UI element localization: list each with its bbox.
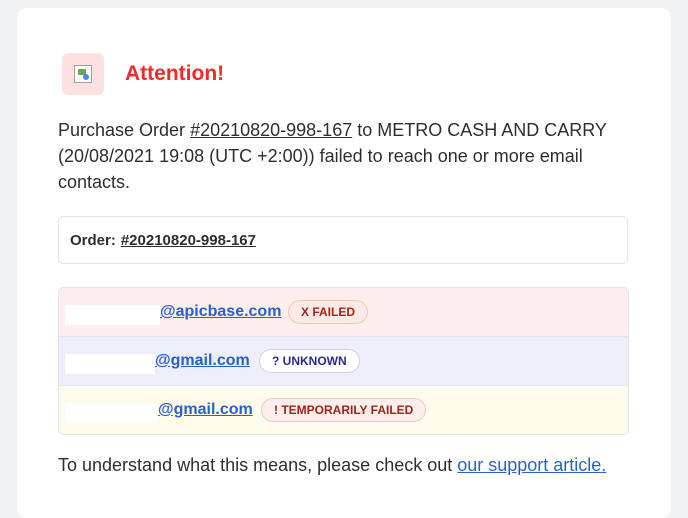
message-prefix: Purchase Order <box>58 120 191 140</box>
footer-text: To understand what this means, please ch… <box>58 455 606 476</box>
contact-row: @gmail.com ? UNKNOWN <box>59 337 628 386</box>
header: Attention! <box>62 53 224 95</box>
contact-email-link[interactable]: @apicbase.com <box>160 303 281 321</box>
order-link[interactable]: #20210820-998-167 <box>190 120 352 140</box>
order-box: Order: #20210820-998-167 <box>58 216 628 264</box>
footer-prefix: To understand what this means, please ch… <box>58 455 458 475</box>
contacts-list: @apicbase.com X FAILED @gmail.com ? UNKN… <box>58 287 629 435</box>
alert-icon-container <box>62 53 104 95</box>
contact-row: @gmail.com ! TEMPORARILY FAILED <box>59 386 628 434</box>
attention-title: Attention! <box>125 62 225 85</box>
status-badge: X FAILED <box>288 300 369 324</box>
contact-email-link[interactable]: @gmail.com <box>158 401 253 419</box>
order-label: Order: <box>70 231 116 249</box>
contact-email-link[interactable]: @gmail.com <box>155 352 250 370</box>
status-badge: ? UNKNOWN <box>259 349 360 373</box>
broken-image-icon <box>74 65 92 83</box>
status-badge: ! TEMPORARILY FAILED <box>261 398 427 422</box>
notification-card: Attention! Purchase Order #20210820-998-… <box>17 8 671 518</box>
redacted-name <box>65 354 155 374</box>
redacted-name <box>65 403 157 423</box>
order-number-link[interactable]: #20210820-998-167 <box>121 232 256 249</box>
support-article-link[interactable]: our support article. <box>457 455 606 475</box>
message-paragraph: Purchase Order #20210820-998-167 to METR… <box>58 117 628 195</box>
contact-row: @apicbase.com X FAILED <box>59 288 628 337</box>
redacted-name <box>65 305 160 325</box>
